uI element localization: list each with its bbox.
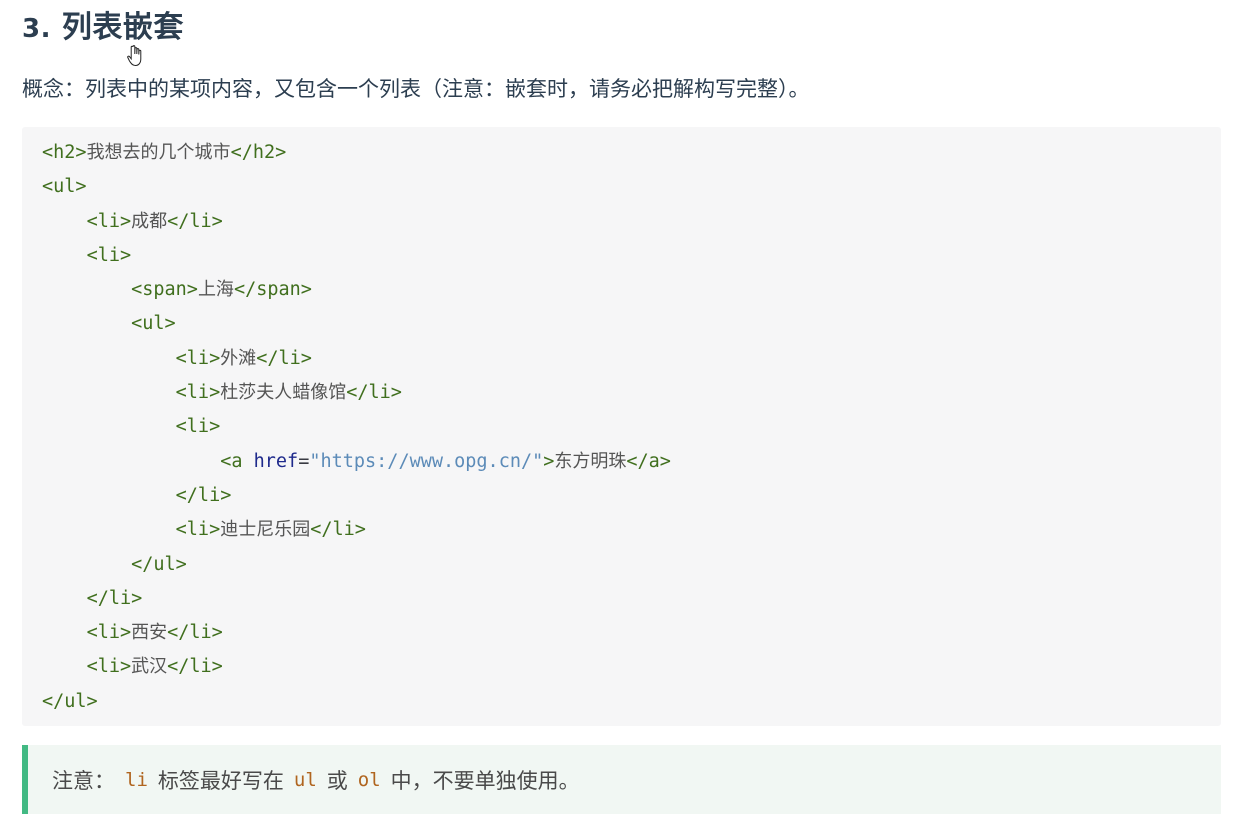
code-line: <a href="https://www.opg.cn/">东方明珠</a> (42, 445, 1221, 479)
code-line: <li>外滩</li> (42, 342, 1221, 376)
tip-text-2: 或 (326, 768, 348, 793)
code-token-attr: href (253, 450, 299, 472)
code-line: <li>西安</li> (42, 616, 1221, 650)
code-token-tag: </li> (167, 622, 223, 644)
code-token-tag: </li> (310, 519, 366, 541)
concept-paragraph: 概念：列表中的某项内容，又包含一个列表（注意：嵌套时，请务必把解构写完整）。 (22, 77, 810, 101)
code-token-tag: > (543, 450, 555, 472)
tip-code-ol: ol (357, 768, 381, 791)
code-token-tag: </ul> (131, 553, 187, 575)
code-line: </li> (42, 479, 1221, 513)
code-token-tag: <li> (175, 416, 221, 438)
heading-number: 3. (22, 14, 51, 44)
code-block[interactable]: <h2>我想去的几个城市</h2> <ul> <li>成都</li> <li> <… (22, 127, 1221, 726)
hand-pointer-icon (127, 45, 142, 67)
code-token-tag: <ul> (42, 176, 87, 198)
code-line: </ul> (42, 685, 1221, 719)
code-line: <li> (42, 239, 1221, 273)
tip-note: 注意： li 标签最好写在 ul 或 ol 中，不要单独使用。 (22, 745, 1221, 814)
code-token-tag: </ul> (42, 690, 98, 712)
code-token-tag: </h2> (230, 142, 287, 163)
tip-prefix: 注意： (52, 768, 115, 793)
code-token-tag: <li> (175, 519, 221, 541)
code-token-txt: 上海 (197, 279, 234, 301)
code-line: <li>杜莎夫人蜡像馆</li> (42, 376, 1221, 410)
tip-code-ul: ul (293, 768, 317, 791)
code-token-tag: <h2> (42, 142, 87, 163)
code-line: <li> (42, 410, 1221, 444)
code-token-tag: <span> (131, 279, 198, 301)
code-token-tag: </li> (167, 656, 223, 678)
code-token-txt: 迪士尼乐园 (220, 519, 311, 541)
code-token-str: "https://www.opg.cn/" (309, 450, 544, 472)
code-token-tag: </li> (86, 587, 143, 609)
tip-text-3: 中，不要单独使用。 (390, 768, 580, 793)
code-token-tag: </li> (346, 382, 402, 404)
code-token-tag: <li> (175, 382, 221, 404)
code-token-tag: <li> (86, 244, 132, 266)
tip-text-1: 标签最好写在 (157, 768, 284, 793)
code-token-txt: 东方明珠 (554, 450, 627, 472)
code-line: <ul> (42, 170, 1221, 204)
code-line: <li>成都</li> (42, 205, 1221, 239)
code-token-txt: 武汉 (131, 656, 168, 678)
code-token-plain: = (298, 450, 310, 472)
heading-title: 列表嵌套 (61, 10, 184, 45)
code-token-txt: 我想去的几个城市 (86, 142, 231, 163)
code-token-tag: </li> (175, 484, 232, 506)
code-token-tag: <li> (86, 656, 132, 678)
code-token-tag: <li> (86, 622, 132, 644)
code-line: <span>上海</span> (42, 273, 1221, 307)
tip-code-li: li (125, 768, 148, 791)
code-token-tag: </li> (167, 210, 223, 232)
code-token-tag: </span> (233, 279, 312, 301)
code-token-tag: <li> (175, 347, 221, 369)
code-line: <h2>我想去的几个城市</h2> (42, 136, 1221, 170)
code-token-tag: <li> (86, 210, 132, 232)
code-line: </li> (42, 582, 1221, 616)
code-token-txt: 杜莎夫人蜡像馆 (220, 382, 347, 404)
code-token-tag: <a (220, 450, 254, 472)
code-line: <ul> (42, 307, 1221, 341)
code-line: </ul> (42, 548, 1221, 582)
code-token-tag: <ul> (131, 313, 176, 335)
code-token-txt: 成都 (131, 210, 168, 232)
code-token-tag: </li> (256, 347, 312, 369)
code-token-txt: 外滩 (220, 347, 257, 369)
code-token-tag: </a> (626, 450, 671, 472)
code-token-txt: 西安 (131, 622, 168, 644)
section-heading[interactable]: 3. 列表嵌套 (22, 6, 184, 51)
code-line: <li>迪士尼乐园</li> (42, 513, 1221, 547)
code-line: <li>武汉</li> (42, 650, 1221, 684)
